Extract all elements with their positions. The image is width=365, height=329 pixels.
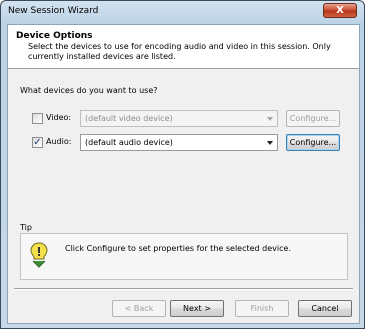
audio-configure-button[interactable]: Configure... [286, 134, 340, 151]
checkmark-icon: ✓ [33, 137, 42, 148]
window-title: New Session Wizard [8, 6, 99, 16]
footer-divider [14, 288, 353, 290]
close-icon: X [336, 5, 344, 16]
back-button[interactable]: < Back [112, 300, 166, 317]
chevron-down-icon [267, 117, 273, 121]
page-description: Select the devices to use for encoding a… [28, 42, 331, 61]
video-configure-button[interactable]: Configure... [286, 110, 340, 127]
chevron-down-icon [267, 141, 273, 145]
video-device-select[interactable]: (default video device) [80, 110, 278, 127]
video-device-row: Video: (default video device) Configure.… [8, 109, 359, 129]
video-checkbox[interactable] [32, 113, 43, 124]
tip-text: Click Configure to set properties for th… [65, 244, 291, 253]
audio-device-select[interactable]: (default audio device) [80, 134, 278, 151]
tip-box: Click Configure to set properties for th… [20, 233, 348, 280]
devices-question: What devices do you want to use? [20, 86, 158, 95]
cancel-button[interactable]: Cancel [298, 300, 352, 317]
next-button[interactable]: Next > [170, 300, 224, 317]
finish-button[interactable]: Finish [235, 300, 289, 317]
wizard-window: New Session Wizard X Device Options Sele… [0, 0, 365, 329]
video-label: Video: [46, 113, 72, 122]
wizard-client-area: Device Options Select the devices to use… [7, 24, 360, 324]
page-title: Device Options [16, 31, 93, 41]
wizard-header: Device Options Select the devices to use… [8, 25, 359, 69]
tip-label: Tip [20, 223, 32, 232]
audio-checkbox[interactable]: ✓ [32, 137, 43, 148]
title-bar[interactable]: New Session Wizard X [1, 1, 364, 23]
lightbulb-icon [30, 242, 48, 268]
audio-device-value: (default audio device) [85, 138, 173, 147]
video-device-value: (default video device) [85, 114, 173, 123]
audio-label: Audio: [46, 137, 72, 146]
audio-device-row: ✓ Audio: (default audio device) Configur… [8, 133, 359, 153]
close-button[interactable]: X [323, 3, 357, 18]
